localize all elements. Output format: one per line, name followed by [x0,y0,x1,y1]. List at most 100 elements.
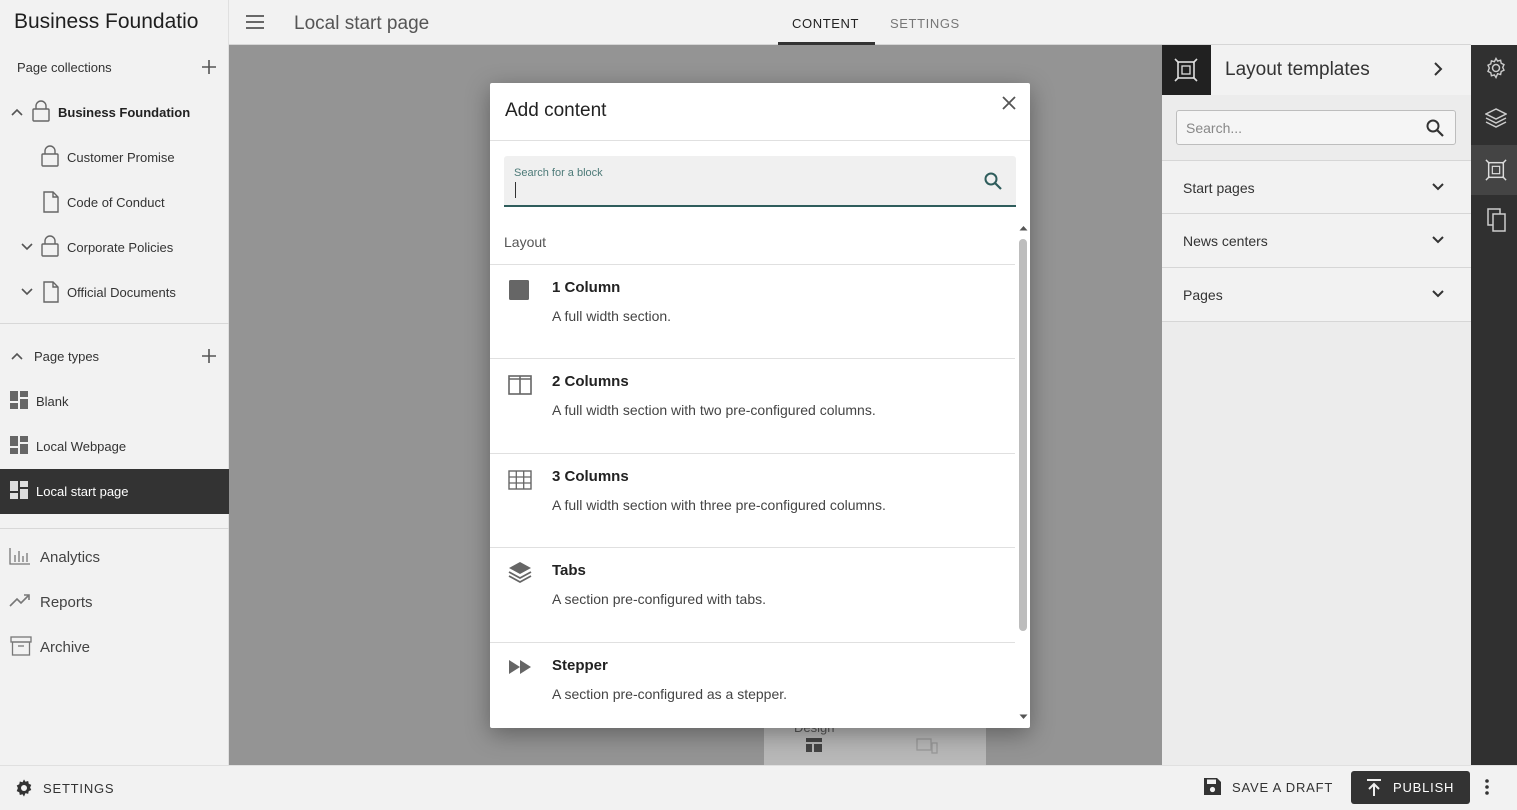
template-frame-icon [1485,159,1507,181]
block-1-column[interactable]: 1 Column A full width section. [490,264,1015,359]
chevron-up-icon[interactable] [10,349,24,363]
add-collection-icon[interactable] [201,59,217,75]
trending-up-icon [9,593,31,609]
layout-section-label: Layout [504,234,547,250]
layout-templates-panel [1162,45,1471,765]
fast-forward-icon [508,659,532,675]
accordion-news-centers[interactable]: News centers [1162,214,1471,268]
save-icon [1203,777,1222,796]
scrollbar-thumb[interactable] [1019,239,1027,631]
chevron-down-icon[interactable] [20,240,34,254]
block-search-label: Search for a block [514,167,603,179]
block-search-input[interactable]: Search for a block [504,156,1016,207]
collection-customer-promise[interactable]: Customer Promise [67,150,175,165]
rail-active-item[interactable] [1471,145,1517,195]
gear-icon[interactable] [1485,57,1507,79]
lock-icon [31,100,51,122]
devices-icon [916,738,938,754]
block-title: 1 Column [552,279,621,296]
block-description: A full width section. [552,308,672,324]
document-icon [42,281,60,303]
dashboard-icon [10,436,28,454]
grid-icon [508,470,532,490]
accordion-start-pages[interactable]: Start pages [1162,160,1471,214]
publish-label: PUBLISH [1393,780,1455,795]
more-vert-icon[interactable] [1483,778,1491,796]
square-icon [508,279,530,301]
save-draft-button[interactable]: SAVE A DRAFT [1232,780,1333,795]
nav-reports[interactable]: Reports [40,594,93,611]
accordion-label: News centers [1183,233,1268,249]
chevron-right-icon[interactable] [1432,62,1444,76]
template-search-input[interactable]: Search... [1176,110,1456,145]
block-stepper[interactable]: Stepper A section pre-configured as a st… [490,642,1015,728]
page-title: Local start page [294,13,430,34]
block-description: A section pre-configured with tabs. [552,591,767,607]
layout-template-icon-box [1162,45,1211,95]
two-columns-icon [508,375,532,395]
nav-analytics[interactable]: Analytics [40,549,100,566]
collection-corporate-policies[interactable]: Corporate Policies [67,240,173,255]
chevron-down-icon[interactable] [20,285,34,299]
block-description: A full width section with three pre-conf… [552,497,886,513]
gear-icon[interactable] [14,778,34,798]
accordion-pages[interactable]: Pages [1162,268,1471,322]
dashboard-icon [806,738,822,752]
sidebar-divider [0,528,229,529]
menu-icon[interactable] [245,14,265,30]
block-title: Stepper [552,657,608,674]
page-type-blank[interactable]: Blank [36,394,69,409]
dashboard-icon [10,391,28,409]
rail-top-spacer [1471,0,1517,45]
bar-chart-icon [9,547,31,565]
page-types-header: Page types [34,349,100,364]
tab-settings[interactable]: SETTINGS [890,16,960,31]
block-title: 2 Columns [552,373,629,390]
chevron-down-icon [1432,182,1444,192]
layout-templates-title: Layout templates [1225,59,1370,80]
archive-icon [10,636,32,656]
chevron-up-icon[interactable] [10,105,24,119]
search-icon[interactable] [1426,119,1444,137]
dialog-title: Add content [505,100,607,121]
block-description: A full width section with two pre-config… [552,402,876,418]
template-search-placeholder: Search... [1186,120,1243,136]
block-title: 3 Columns [552,468,629,485]
block-3-columns[interactable]: 3 Columns A full width section with thre… [490,453,1015,548]
collection-official-documents[interactable]: Official Documents [67,285,176,300]
template-frame-icon [1174,58,1198,82]
add-content-dialog: Add content Search for a block Layout 1 … [490,83,1030,728]
layers-icon [508,560,532,584]
page-collections-header: Page collections [17,60,112,75]
scroll-down-arrow-icon[interactable] [1019,714,1028,720]
page-type-local-start-page[interactable]: Local start page [0,469,229,514]
block-description: A section pre-configured as a stepper. [552,686,788,702]
settings-button[interactable]: SETTINGS [43,781,114,796]
publish-button[interactable]: PUBLISH [1351,771,1470,804]
text-caret [515,182,516,198]
chevron-down-icon [1432,235,1444,245]
collection-business-foundation[interactable]: Business Foundation [58,105,190,120]
accordion-label: Start pages [1183,180,1255,196]
dialog-header-divider [490,140,1030,141]
document-icon [42,191,60,213]
chevron-down-icon [1432,289,1444,299]
search-icon[interactable] [984,172,1002,190]
close-icon[interactable] [1001,95,1017,111]
layers-icon[interactable] [1485,107,1507,129]
publish-icon [1366,779,1382,797]
accordion-label: Pages [1183,287,1223,303]
collection-code-of-conduct[interactable]: Code of Conduct [67,195,165,210]
lock-icon [40,145,60,167]
block-tabs[interactable]: Tabs A section pre-configured with tabs. [490,547,1015,642]
add-page-type-icon[interactable] [201,348,217,364]
nav-archive[interactable]: Archive [40,639,90,656]
left-sidebar: Business Foundatio Page collections Busi… [0,0,229,765]
copy-pages-icon[interactable] [1487,208,1507,232]
page-type-local-webpage[interactable]: Local Webpage [36,439,126,454]
lock-icon [40,235,60,257]
tab-content[interactable]: CONTENT [792,16,859,31]
sidebar-divider [0,323,229,324]
scroll-up-arrow-icon[interactable] [1019,225,1028,231]
block-2-columns[interactable]: 2 Columns A full width section with two … [490,358,1015,453]
